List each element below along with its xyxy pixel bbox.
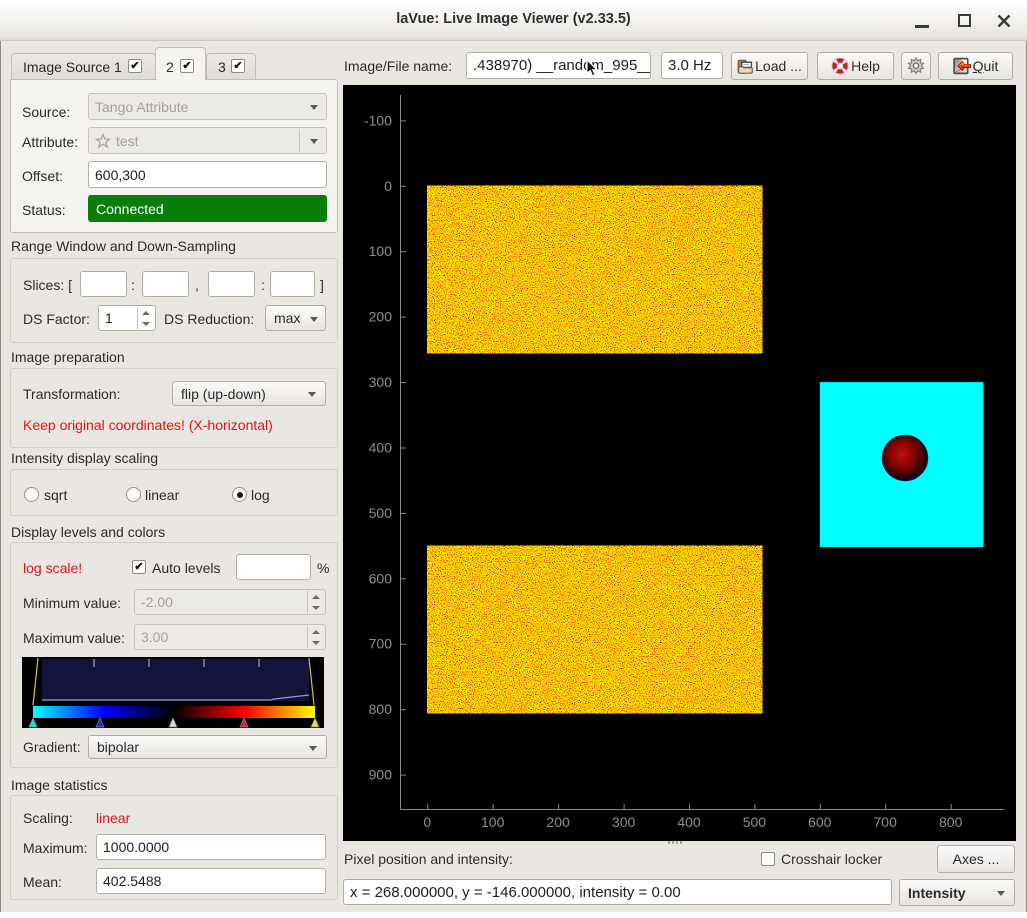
svg-text:400: 400 (369, 440, 393, 456)
svg-text:200: 200 (546, 814, 570, 830)
svg-text:600: 600 (808, 814, 832, 830)
svg-text:700: 700 (369, 636, 393, 652)
svg-text:400: 400 (677, 814, 701, 830)
svg-text:800: 800 (369, 701, 393, 717)
svg-text:800: 800 (939, 814, 963, 830)
svg-text:100: 100 (369, 243, 393, 259)
svg-text:100: 100 (481, 814, 505, 830)
svg-text:600: 600 (369, 570, 393, 586)
svg-text:500: 500 (369, 505, 393, 521)
svg-text:700: 700 (874, 814, 898, 830)
svg-text:300: 300 (612, 814, 636, 830)
svg-text:500: 500 (743, 814, 767, 830)
svg-text:200: 200 (369, 309, 393, 325)
svg-text:900: 900 (369, 767, 393, 783)
svg-text:-100: -100 (364, 112, 392, 128)
svg-text:0: 0 (384, 178, 392, 194)
svg-text:0: 0 (423, 814, 431, 830)
svg-text:300: 300 (369, 374, 393, 390)
